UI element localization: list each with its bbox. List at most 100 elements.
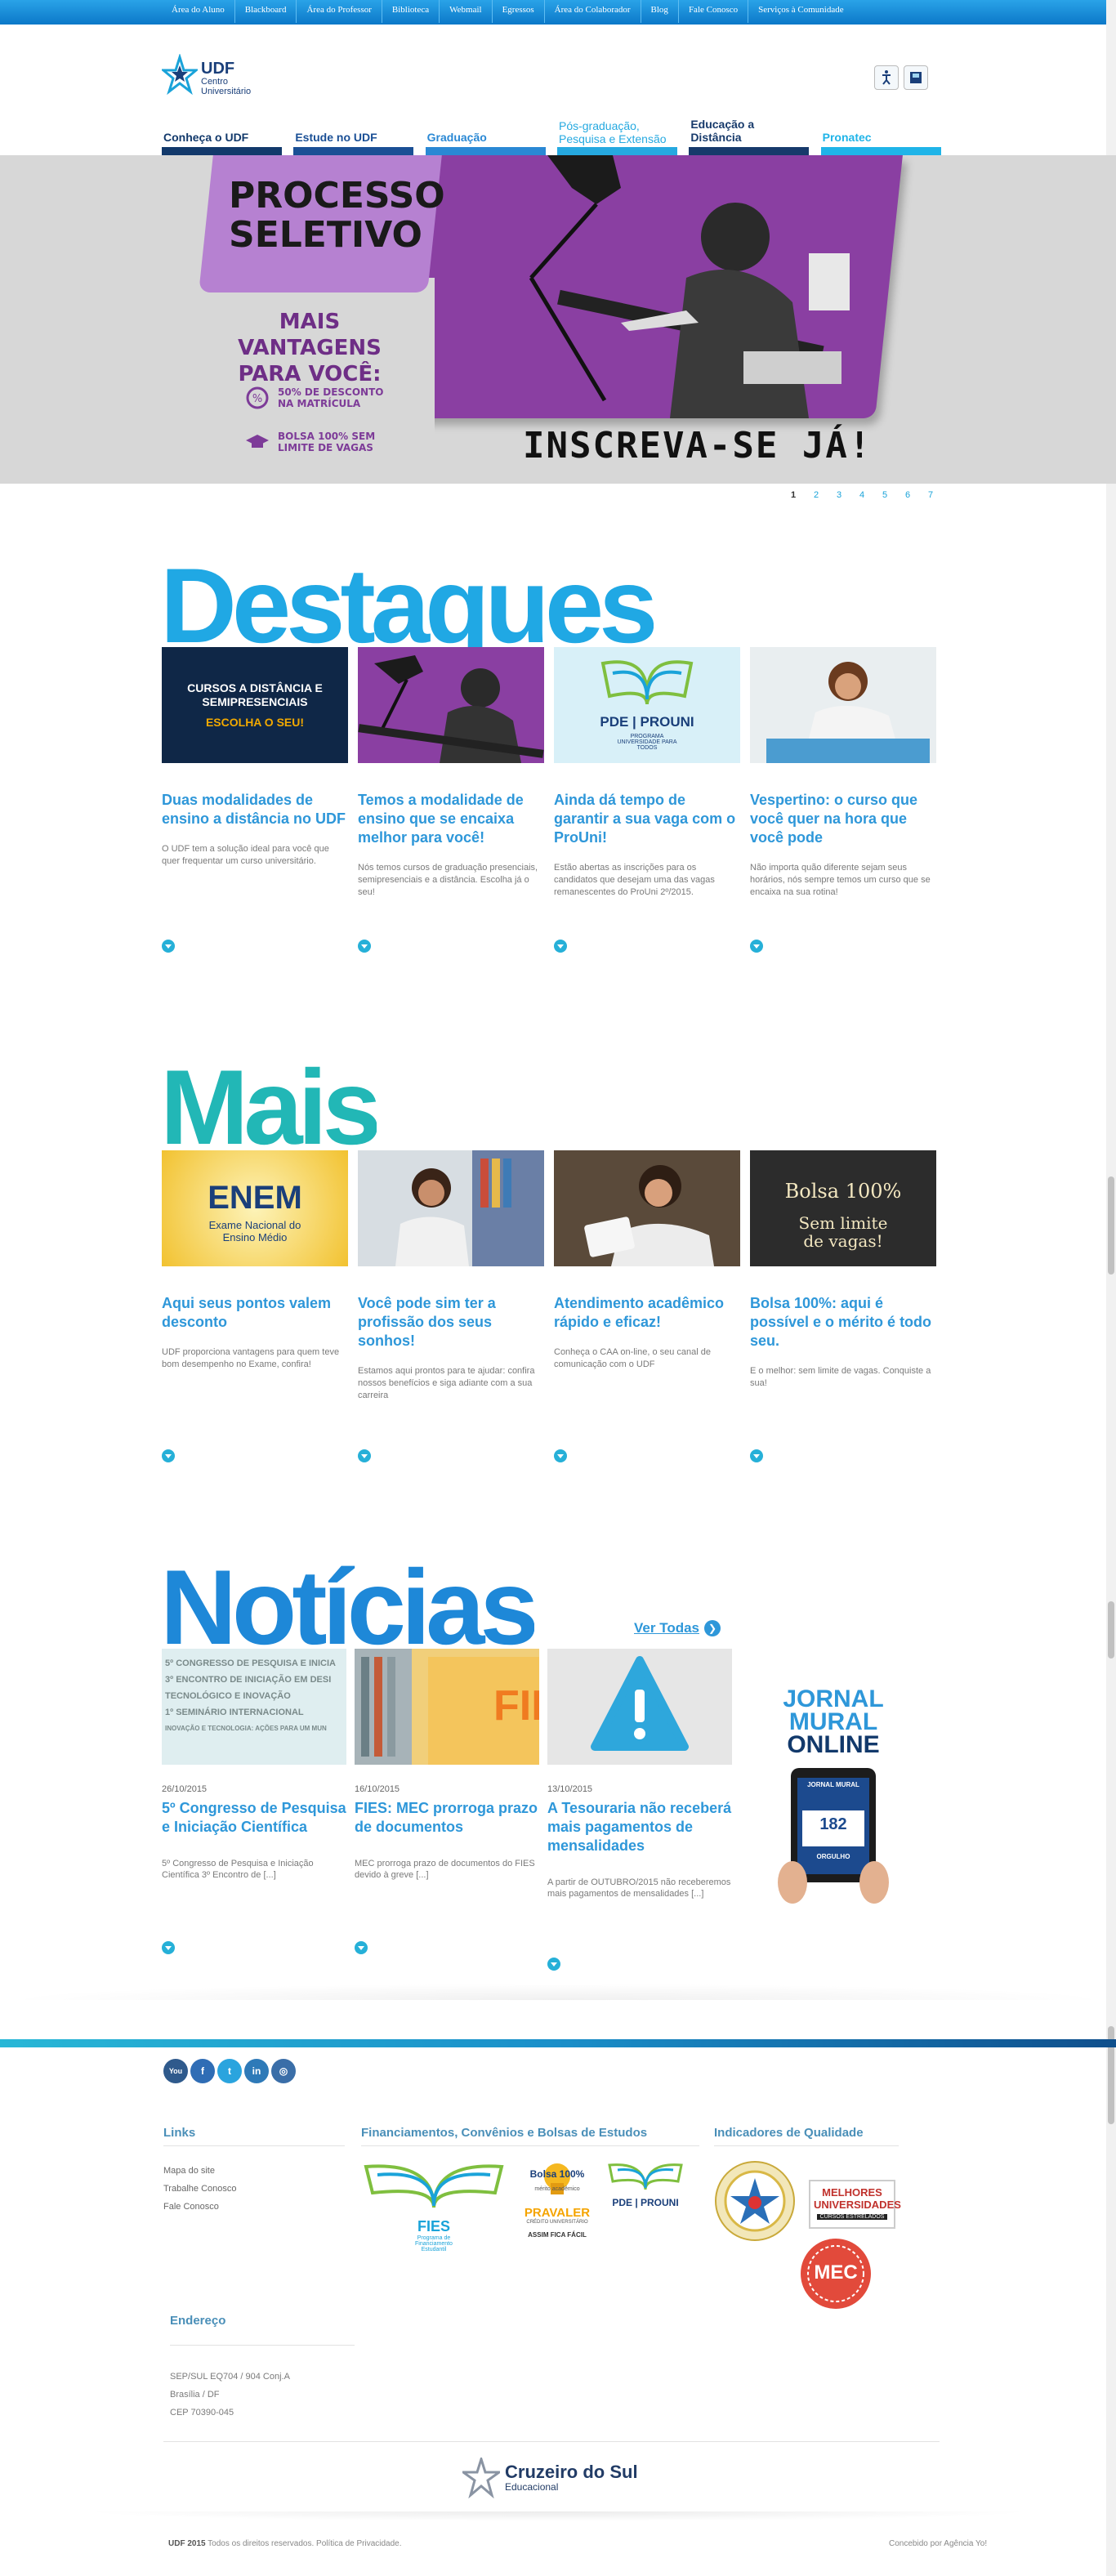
prouni-label: PDE | PROUNI — [612, 2197, 679, 2208]
card-title[interactable]: Temos a modalidade de ensino que se enca… — [358, 791, 544, 847]
banner-benefit-1: % 50% DE DESCONTO NA MATRÍCULA — [245, 386, 392, 410]
top-link-fale-conosco[interactable]: Fale Conosco — [679, 0, 749, 23]
nav-educacao-distancia[interactable]: Educação a Distância — [689, 118, 810, 155]
discount-icon: % — [246, 386, 269, 409]
twitter-icon[interactable]: t — [217, 2059, 242, 2083]
more-arrow-icon[interactable] — [554, 1449, 567, 1462]
more-arrow-icon[interactable] — [162, 940, 175, 953]
noticias-list: 5º CONGRESSO DE PESQUISA E INICIA 3º ENC… — [162, 1649, 732, 1971]
top-link-egressos[interactable]: Egressos — [493, 0, 545, 23]
facebook-icon[interactable]: f — [190, 2059, 215, 2083]
more-arrow-icon[interactable] — [355, 1941, 368, 1954]
instagram-icon[interactable]: ◎ — [271, 2059, 296, 2083]
nav-estude-udf[interactable]: Estude no UDF — [293, 123, 414, 155]
news-image: FIE — [355, 1649, 539, 1765]
destaque-card[interactable]: PDE | PROUNI PROGRAMA UNIVERSIDADE PARA … — [554, 647, 740, 953]
banner-page-4[interactable]: 4 — [858, 490, 866, 500]
news-title[interactable]: A Tesouraria não receberá mais pagamento… — [547, 1799, 732, 1855]
nav-pos-graduacao[interactable]: Pós-graduação, Pesquisa e Extensão — [556, 119, 677, 155]
pravaler-logo[interactable]: PRAVALER CRÉDITO UNIVERSITÁRIO ASSIM FIC… — [523, 2206, 591, 2255]
more-arrow-icon[interactable] — [358, 1449, 371, 1462]
quality-seal-icon[interactable] — [714, 2160, 796, 2242]
card-title[interactable]: Atendimento acadêmico rápido e eficaz! — [554, 1294, 740, 1332]
news-item[interactable]: FIE 16/10/2015 FIES: MEC prorroga prazo … — [355, 1649, 539, 1954]
banner-page-5[interactable]: 5 — [881, 490, 889, 500]
bolsa-100-logo[interactable]: Bolsa 100% mérito acadêmico — [521, 2162, 593, 2196]
cruzeiro-do-sul-logo[interactable]: Cruzeiro do Sul Educacional — [462, 2458, 638, 2498]
footer-color-bar — [0, 2039, 1116, 2047]
contrast-icon[interactable] — [904, 65, 928, 90]
news-title[interactable]: 5º Congresso de Pesquisa e Iniciação Cie… — [162, 1799, 346, 1837]
melhores-universidades-logo[interactable]: MELHORES UNIVERSIDADES CURSOS ESTRELADOS — [809, 2180, 901, 2229]
top-links: Área do Aluno Blackboard Área do Profess… — [162, 0, 854, 23]
mais-card[interactable]: Você pode sim ter a profissão dos seus s… — [358, 1150, 544, 1462]
chevron-right-icon[interactable]: ❯ — [704, 1620, 721, 1636]
nav-label: Pronatec — [822, 131, 872, 144]
accessibility-icon[interactable] — [874, 65, 899, 90]
card-title[interactable]: Vespertino: o curso que você quer na hor… — [750, 791, 936, 847]
destaque-card-image — [750, 647, 936, 763]
top-link-area-colaborador[interactable]: Área do Colaborador — [545, 0, 641, 23]
footer-link-mapa[interactable]: Mapa do site — [163, 2162, 236, 2180]
scrollbar-thumb[interactable] — [1108, 1176, 1114, 1275]
nav-label: Educação a Distância — [690, 118, 755, 144]
news-title[interactable]: FIES: MEC prorroga prazo de documentos — [355, 1799, 539, 1837]
prouni-logo[interactable]: PDE | PROUNI — [605, 2162, 686, 2211]
nav-pronatec[interactable]: Pronatec — [820, 123, 941, 155]
footer-link-trabalhe[interactable]: Trabalhe Conosco — [163, 2180, 236, 2198]
ver-todas-link[interactable]: Ver Todas ❯ — [634, 1620, 721, 1636]
news-item[interactable]: 5º CONGRESSO DE PESQUISA E INICIA 3º ENC… — [162, 1649, 346, 1954]
mec-seal-icon[interactable]: MEC — [799, 2237, 873, 2310]
more-arrow-icon[interactable] — [547, 1958, 560, 1971]
banner-page-1[interactable]: 1 — [789, 490, 797, 500]
hero-banner[interactable]: PROCESSO SELETIVO MAIS VANTAGENS PARA VO… — [0, 155, 1116, 484]
fies-label: FIES — [417, 2218, 450, 2234]
top-link-biblioteca[interactable]: Biblioteca — [382, 0, 440, 23]
linkedin-icon[interactable]: in — [244, 2059, 269, 2083]
banner-cta[interactable]: INSCREVA-SE JÁ! — [523, 425, 872, 467]
card-title[interactable]: Aqui seus pontos valem desconto — [162, 1294, 348, 1332]
fies-logo[interactable]: FIES Programa de Financiamento Estudanti… — [361, 2162, 507, 2252]
top-link-servicos-comunidade[interactable]: Serviços à Comunidade — [748, 0, 853, 23]
udf-logo[interactable]: UDF Centro Universitário — [159, 52, 276, 105]
top-link-webmail[interactable]: Webmail — [440, 0, 493, 23]
more-arrow-icon[interactable] — [162, 1449, 175, 1462]
banner-page-2[interactable]: 2 — [812, 490, 820, 500]
image-line: TECNOLÓGICO E INOVAÇÃO — [165, 1691, 291, 1701]
nav-graduacao[interactable]: Graduação — [425, 123, 546, 155]
top-link-area-aluno[interactable]: Área do Aluno — [162, 0, 235, 23]
more-arrow-icon[interactable] — [554, 940, 567, 953]
card-title[interactable]: Você pode sim ter a profissão dos seus s… — [358, 1294, 544, 1351]
banner-page-6[interactable]: 6 — [904, 490, 912, 500]
card-title[interactable]: Duas modalidades de ensino a distância n… — [162, 791, 348, 828]
footer-link-fale[interactable]: Fale Conosco — [163, 2198, 236, 2216]
top-link-blackboard[interactable]: Blackboard — [235, 0, 297, 23]
more-arrow-icon[interactable] — [162, 1941, 175, 1954]
image-caption: Bolsa 100% — [784, 1180, 902, 1203]
top-link-blog[interactable]: Blog — [641, 0, 679, 23]
banner-page-3[interactable]: 3 — [835, 490, 843, 500]
mais-card[interactable]: ENEM Exame Nacional do Ensino Médio Aqui… — [162, 1150, 348, 1462]
destaque-card[interactable]: CURSOS A DISTÂNCIA E SEMIPRESENCIAIS ESC… — [162, 647, 348, 953]
news-description: 5º Congresso de Pesquisa e Iniciação Cie… — [162, 1859, 314, 1880]
news-item[interactable]: 13/10/2015 A Tesouraria não receberá mai… — [547, 1649, 732, 1971]
more-arrow-icon[interactable] — [750, 1449, 763, 1462]
nav-label: Graduação — [426, 131, 487, 144]
banner-page-7[interactable]: 7 — [926, 490, 935, 500]
more-arrow-icon[interactable] — [750, 940, 763, 953]
card-title[interactable]: Bolsa 100%: aqui é possível e o mérito é… — [750, 1294, 936, 1351]
ver-todas-label[interactable]: Ver Todas — [634, 1620, 699, 1636]
jornal-mural-promo[interactable]: JORNAL MURAL ONLINE JORNAL MURAL 182 ORG… — [752, 1687, 915, 1909]
destaque-card[interactable]: Vespertino: o curso que você quer na hor… — [750, 647, 936, 953]
youtube-icon[interactable]: You — [163, 2059, 188, 2083]
card-description: E o melhor: sem limite de vagas. Conquis… — [750, 1366, 931, 1388]
mais-card[interactable]: Atendimento acadêmico rápido e eficaz! C… — [554, 1150, 740, 1462]
nav-conheca-udf[interactable]: Conheça o UDF — [162, 123, 282, 155]
destaque-card[interactable]: Temos a modalidade de ensino que se enca… — [358, 647, 544, 953]
card-title[interactable]: Ainda dá tempo de garantir a sua vaga co… — [554, 791, 740, 847]
svg-text:%: % — [252, 393, 262, 405]
mais-card[interactable]: Bolsa 100% Sem limite de vagas! Bolsa 10… — [750, 1150, 936, 1462]
top-link-area-professor[interactable]: Área do Professor — [297, 0, 382, 23]
more-arrow-icon[interactable] — [358, 940, 371, 953]
agency-credit[interactable]: Concebido por Agência Yo! — [889, 2539, 987, 2548]
